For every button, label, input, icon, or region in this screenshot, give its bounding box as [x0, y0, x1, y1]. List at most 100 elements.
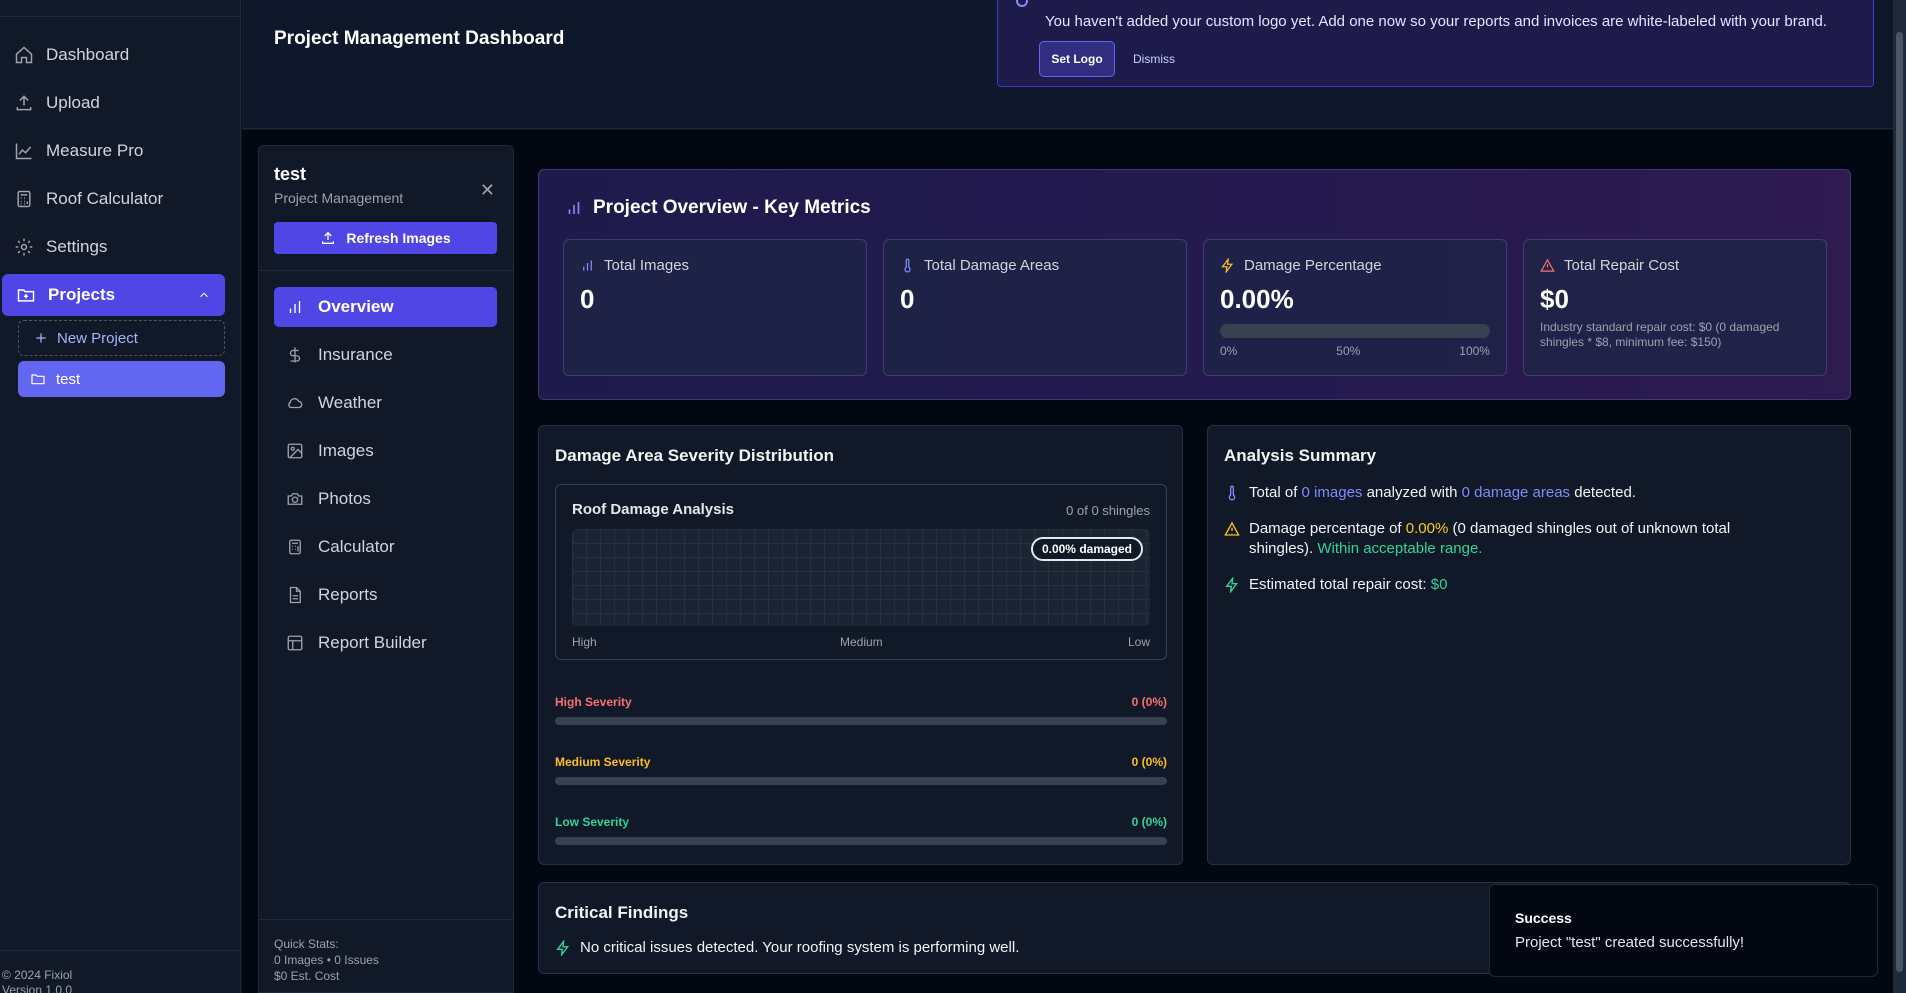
- dismiss-button[interactable]: Dismiss: [1124, 41, 1184, 77]
- progress-ticks: 0% 50% 100%: [1220, 344, 1490, 358]
- tab-report-builder[interactable]: Report Builder: [274, 623, 497, 663]
- version-text: Version 1.0.0: [2, 983, 73, 993]
- refresh-images-label: Refresh Images: [346, 230, 451, 246]
- tab-reports[interactable]: Reports: [274, 575, 497, 615]
- tab-photos[interactable]: Photos: [274, 479, 497, 519]
- cloud-icon: [288, 398, 303, 409]
- app-sidebar: Dashboard Upload Measure Pro Roof Calcul…: [0, 0, 241, 993]
- scale-label-medium: Medium: [840, 635, 883, 649]
- page-title: Project Management Dashboard: [274, 28, 565, 49]
- critical-message: No critical issues detected. Your roofin…: [555, 939, 1019, 956]
- thermometer-icon: [1228, 485, 1236, 501]
- sidebar-item-roof-calculator[interactable]: Roof Calculator: [0, 178, 240, 220]
- info-icon: [1016, 0, 1028, 7]
- metric-total-images: Total Images 0: [563, 239, 867, 376]
- tick-label: 0%: [1220, 344, 1238, 358]
- warning-icon: [1224, 521, 1240, 536]
- sidebar-item-dashboard[interactable]: Dashboard: [0, 34, 240, 76]
- shingle-count: 0 of 0 shingles: [1066, 503, 1150, 518]
- severity-title: Damage Area Severity Distribution: [555, 446, 835, 465]
- summary-title: Analysis Summary: [1224, 446, 1377, 465]
- project-title: test: [274, 164, 307, 184]
- sidebar-item-label: Roof Calculator: [46, 189, 164, 208]
- lightning-icon: [556, 939, 569, 956]
- folder-plus-icon: [17, 289, 35, 302]
- tab-label: Insurance: [318, 345, 393, 364]
- severity-count: 0 (0%): [1131, 815, 1167, 829]
- key-metrics-title-text: Project Overview - Key Metrics: [593, 197, 871, 218]
- tab-label: Report Builder: [318, 633, 427, 652]
- page-scrollbar[interactable]: [1893, 0, 1906, 993]
- tab-insurance[interactable]: Insurance: [274, 335, 497, 375]
- dollar-icon: [289, 347, 301, 363]
- key-metrics-card: Project Overview - Key Metrics Total Ima…: [538, 169, 1851, 400]
- sidebar-item-settings[interactable]: Settings: [0, 226, 240, 268]
- summary-text: Estimated total repair cost: $0: [1249, 575, 1447, 595]
- tab-images[interactable]: Images: [274, 431, 497, 471]
- bar-chart-icon: [568, 202, 580, 214]
- scrollbar-thumb[interactable]: [1896, 32, 1903, 972]
- severity-bar: [555, 837, 1167, 845]
- plus-icon: [36, 333, 46, 343]
- summary-text-part: Total of: [1249, 484, 1298, 501]
- new-project-button[interactable]: New Project: [18, 320, 225, 356]
- damage-progress-bar: [1220, 324, 1490, 338]
- bar-chart-icon: [583, 260, 592, 271]
- sidebar-item-measure-pro[interactable]: Measure Pro: [0, 130, 240, 172]
- critical-title: Critical Findings: [555, 903, 689, 922]
- tab-overview[interactable]: Overview: [274, 287, 497, 327]
- scale-label-high: High: [572, 635, 597, 649]
- set-logo-button[interactable]: Set Logo: [1039, 41, 1115, 77]
- metric-label-text: Total Repair Cost: [1564, 257, 1680, 274]
- analysis-summary-card: Analysis Summary Total of 0 images analy…: [1207, 425, 1851, 865]
- severity-label: Low Severity: [555, 815, 630, 829]
- chevron-up-icon[interactable]: [197, 288, 211, 302]
- summary-line-images: Total of 0 images analyzed with 0 damage…: [1224, 483, 1784, 503]
- sidebar-top-divider: [0, 0, 240, 17]
- quick-stats: Quick Stats: 0 Images • 0 Issues $0 Est.…: [259, 919, 513, 993]
- summary-text-part: detected.: [1574, 484, 1636, 501]
- critical-message-text: No critical issues detected. Your roofin…: [580, 939, 1020, 956]
- refresh-images-button[interactable]: Refresh Images: [274, 222, 497, 254]
- line-chart-icon: [15, 143, 32, 160]
- tab-calculator[interactable]: Calculator: [274, 527, 497, 567]
- bar-chart-icon: [289, 301, 301, 313]
- metric-total-damage-areas: Total Damage Areas 0: [883, 239, 1187, 376]
- home-icon: [15, 46, 33, 64]
- shingle-grid: 0.00% damaged: [572, 529, 1150, 626]
- copyright-text: © 2024 Fixiol: [2, 968, 73, 982]
- analysis-title: Roof Damage Analysis: [572, 501, 734, 518]
- image-icon: [287, 443, 303, 459]
- sidebar-item-label: Projects: [48, 285, 116, 304]
- metric-label: Total Repair Cost: [1540, 257, 1679, 274]
- cost-highlight: $0: [1430, 576, 1448, 593]
- metric-value: 0: [580, 284, 595, 314]
- tab-label: Photos: [318, 489, 371, 508]
- tab-label: Overview: [318, 297, 394, 316]
- key-metrics-title: Project Overview - Key Metrics: [565, 197, 871, 219]
- summary-text: Damage percentage of 0.00% (0 damaged sh…: [1249, 519, 1784, 559]
- camera-icon: [287, 493, 303, 505]
- roof-damage-analysis: Roof Damage Analysis 0 of 0 shingles 0.0…: [555, 484, 1167, 660]
- tab-label: Reports: [318, 585, 378, 604]
- tab-label: Calculator: [318, 537, 395, 556]
- sidebar-item-label: Dashboard: [46, 45, 130, 64]
- tab-weather[interactable]: Weather: [274, 383, 497, 423]
- folder-icon: [31, 374, 45, 385]
- metric-label-text: Total Damage Areas: [924, 257, 1060, 274]
- project-panel: test Project Management ✕ Refresh Images…: [258, 145, 514, 993]
- sidebar-item-label: Settings: [46, 237, 108, 256]
- summary-line-cost: Estimated total repair cost: $0: [1224, 575, 1784, 595]
- sidebar-item-upload[interactable]: Upload: [0, 82, 240, 124]
- close-icon[interactable]: ✕: [480, 180, 495, 201]
- tick-label: 100%: [1459, 344, 1490, 358]
- sidebar-project-test[interactable]: test: [18, 361, 225, 397]
- success-toast[interactable]: Success Project "test" created successfu…: [1489, 884, 1878, 977]
- toast-message: Project "test" created successfully!: [1515, 934, 1745, 951]
- severity-distribution-card: Damage Area Severity Distribution Roof D…: [538, 425, 1183, 865]
- metric-label-text: Total Images: [604, 257, 690, 274]
- metric-value: $0: [1540, 284, 1569, 314]
- sidebar-item-projects[interactable]: Projects: [2, 274, 225, 316]
- sidebar-footer: © 2024 Fixiol Version 1.0.0: [0, 950, 240, 993]
- summary-text-part: Estimated total repair cost:: [1249, 576, 1427, 593]
